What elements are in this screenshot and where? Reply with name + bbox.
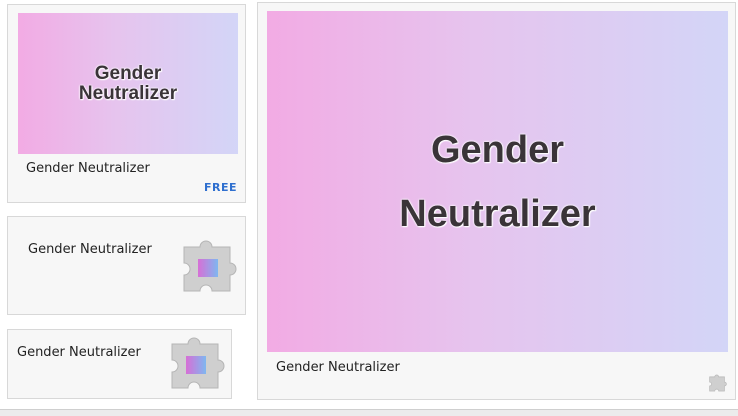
- puzzle-piece-icon: [709, 374, 727, 392]
- puzzle-piece-icon: [171, 337, 225, 389]
- large-tile-title-line1: Gender: [94, 62, 162, 84]
- puzzle-piece-icon: [183, 240, 237, 292]
- medium-tile[interactable]: Gender Neutralizer: [7, 216, 246, 315]
- small-tile-name: Gender Neutralizer: [17, 345, 141, 360]
- large-tile-title: Gender Neutralizer: [78, 62, 178, 104]
- large-tile-banner: Gender Neutralizer: [18, 13, 238, 154]
- marquee-title-line1: Gender: [430, 128, 565, 171]
- small-tile[interactable]: Gender Neutralizer: [7, 329, 232, 399]
- medium-tile-name: Gender Neutralizer: [28, 242, 152, 257]
- price-badge: FREE: [204, 181, 238, 194]
- large-tile-title-line2: Neutralizer: [78, 82, 178, 104]
- marquee-title: Gender Neutralizer: [399, 118, 595, 246]
- marquee-title-line2: Neutralizer: [399, 192, 596, 235]
- large-promo-tile[interactable]: Gender Neutralizer Gender Neutralizer FR…: [7, 4, 246, 203]
- large-tile-name: Gender Neutralizer: [26, 161, 150, 176]
- marquee-banner: Gender Neutralizer: [267, 11, 728, 352]
- marquee-tile[interactable]: Gender Neutralizer Gender Neutralizer: [257, 2, 736, 400]
- marquee-tile-name: Gender Neutralizer: [276, 360, 400, 375]
